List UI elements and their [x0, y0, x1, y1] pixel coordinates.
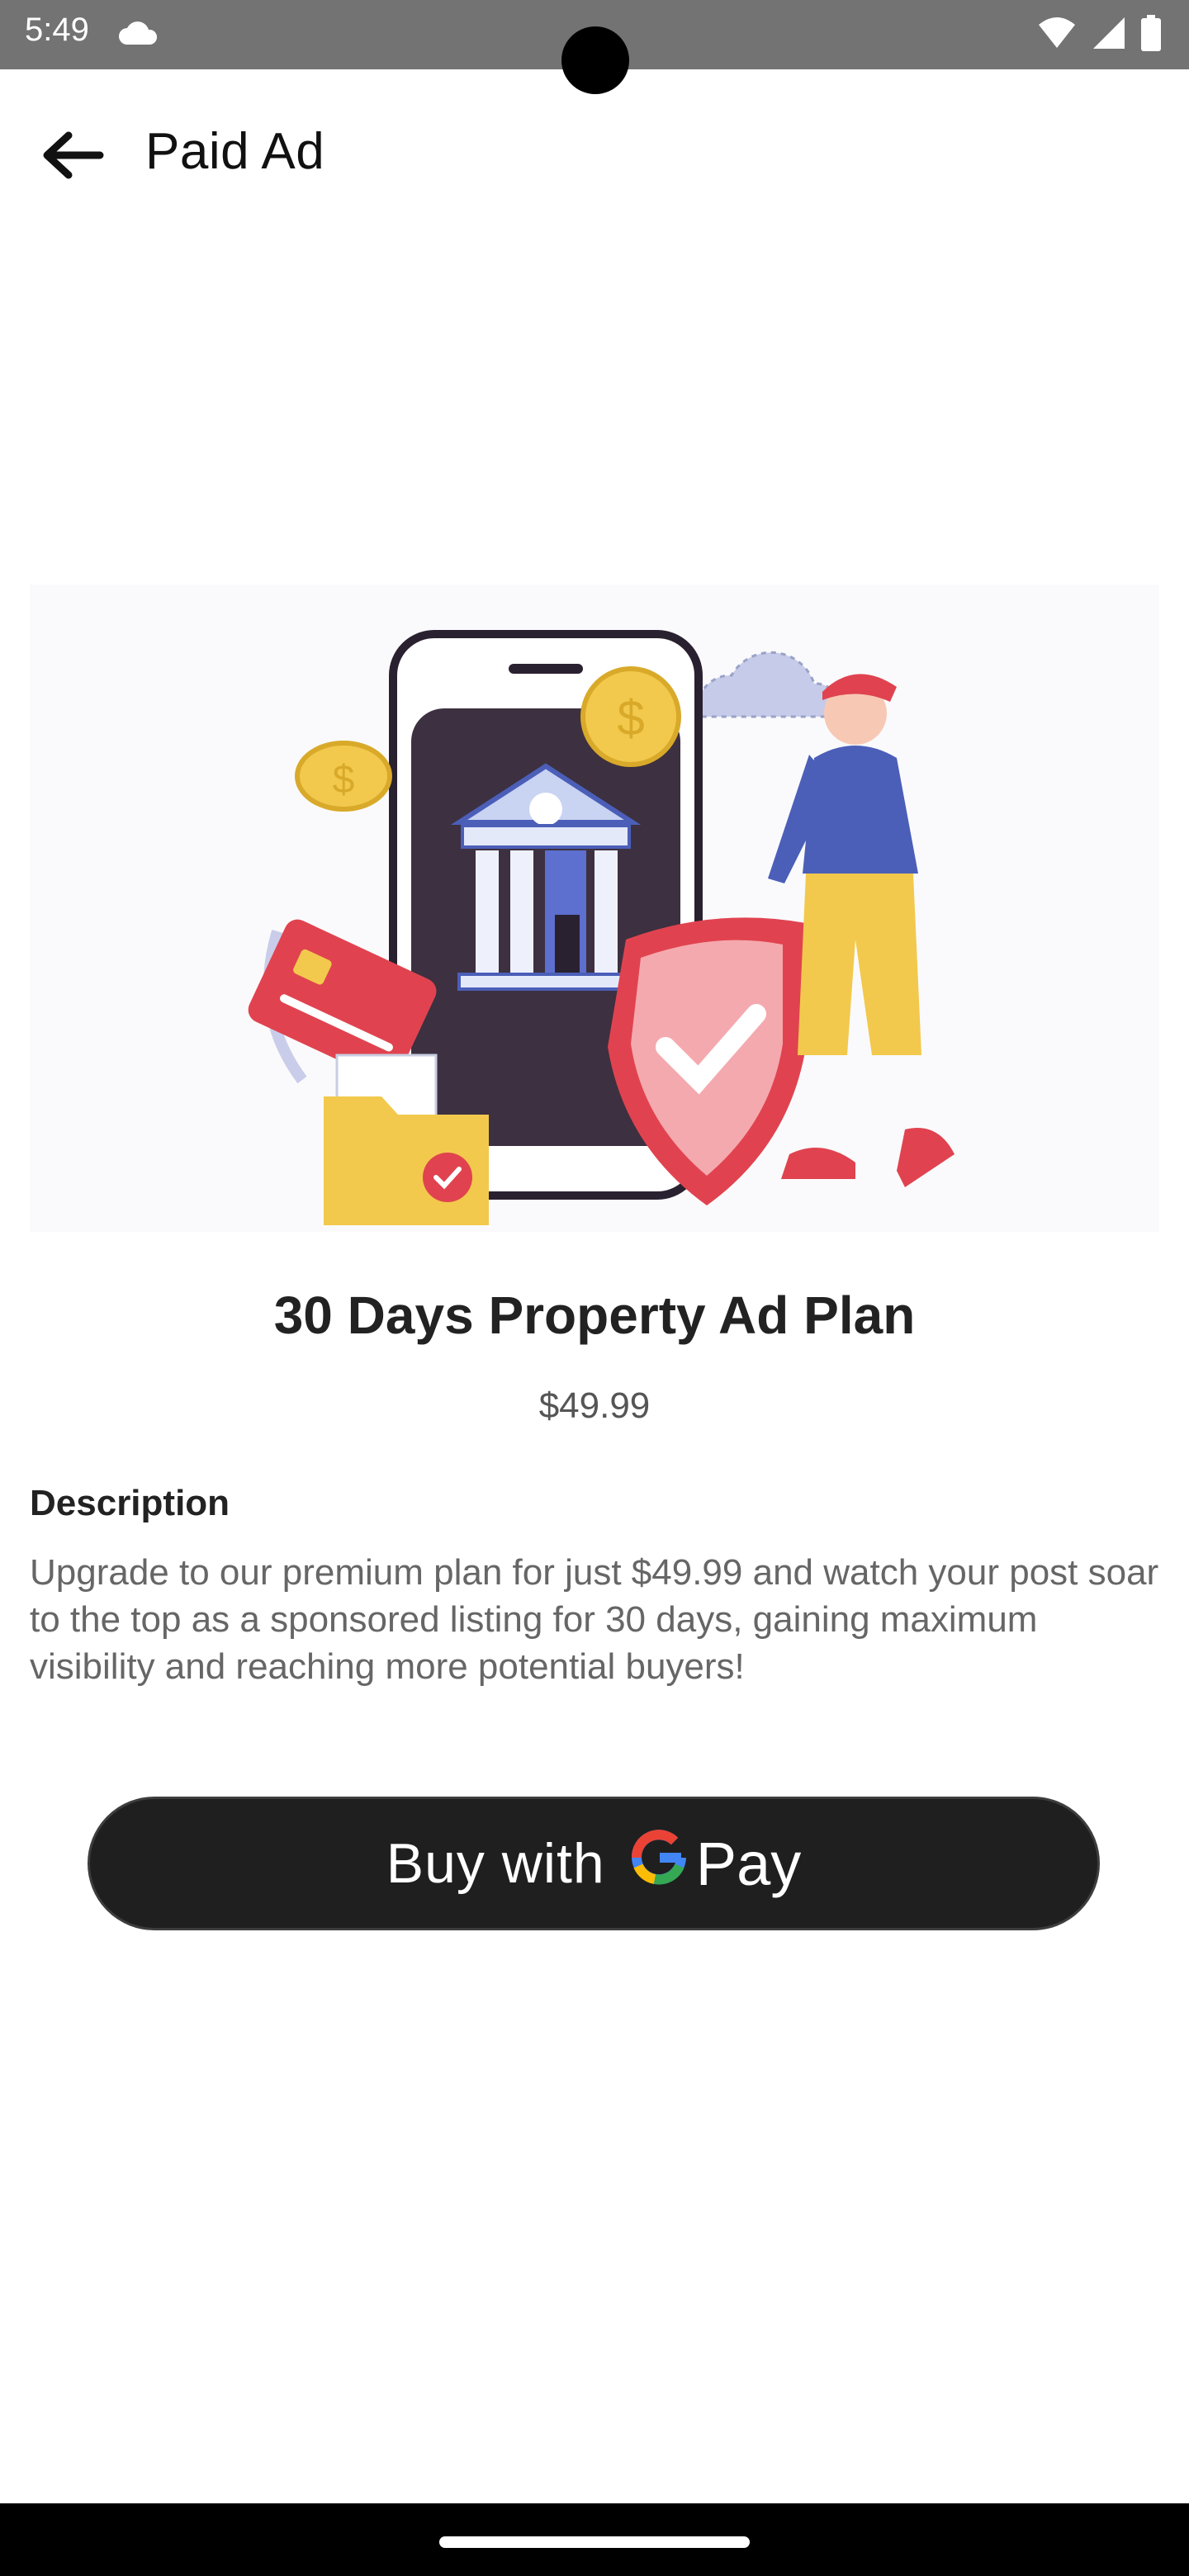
wifi-icon — [1037, 17, 1077, 54]
arrow-left-icon — [39, 129, 105, 186]
google-pay-logo: Pay — [630, 1828, 802, 1899]
svg-text:$: $ — [333, 758, 355, 802]
system-navigation-bar — [0, 2503, 1189, 2576]
description-body: Upgrade to our premium plan for just $49… — [30, 1552, 1159, 1687]
pay-wordmark: Pay — [695, 1829, 802, 1898]
signal-icon — [1092, 16, 1126, 54]
page-title: Paid Ad — [145, 123, 325, 180]
cloud-icon — [117, 20, 160, 50]
google-g-icon — [630, 1828, 688, 1899]
status-time: 5:49 — [25, 12, 89, 48]
buy-with-google-pay-button[interactable]: Buy with Pay — [88, 1797, 1100, 1930]
camera-cutout — [561, 26, 629, 94]
plan-price: $49.99 — [538, 1385, 651, 1426]
home-indicator[interactable] — [439, 2536, 750, 2548]
svg-text:$: $ — [617, 690, 644, 746]
back-button[interactable] — [35, 124, 109, 190]
battery-icon — [1141, 15, 1161, 55]
buy-with-label: Buy with — [386, 1832, 605, 1895]
hero-illustration: $ $ — [30, 585, 1159, 1232]
plan-title: 30 Days Property Ad Plan — [273, 1286, 916, 1345]
description-heading: Description — [30, 1483, 230, 1523]
